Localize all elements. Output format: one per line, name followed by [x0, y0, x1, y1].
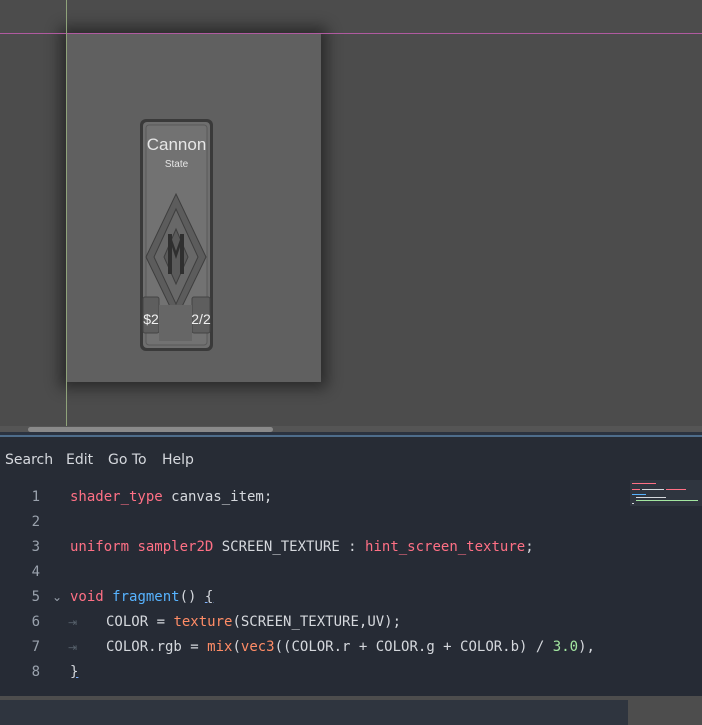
menu-go-to[interactable]: Go To [108, 452, 147, 468]
code-text: void fragment() { [70, 589, 214, 605]
current-line-highlight [0, 700, 628, 725]
editor-menubar: Search Edit Go To Help [0, 437, 702, 480]
line-number: 1 [31, 489, 40, 505]
line-number: 6 [31, 614, 40, 630]
code-line: 8 } [0, 660, 630, 685]
2d-viewport[interactable]: Cannon State $2 2/2 [0, 0, 702, 432]
line-number: 2 [31, 514, 40, 530]
horizontal-guide-line [0, 33, 702, 34]
code-line: 4 [0, 560, 630, 585]
vertical-guide-line [66, 0, 67, 432]
code-minimap[interactable] [630, 480, 702, 506]
menu-help[interactable]: Help [162, 452, 194, 468]
line-number: 3 [31, 539, 40, 555]
tab-indent-icon: ⇥ [68, 616, 78, 629]
code-text: shader_type canvas_item; [70, 489, 273, 505]
card-title: Cannon [147, 135, 207, 154]
line-number: 5 [31, 589, 40, 605]
line-number: 7 [31, 639, 40, 655]
menu-search[interactable]: Search [5, 452, 53, 468]
code-text: COLOR = texture(SCREEN_TEXTURE,UV); [106, 614, 402, 630]
card-cost: $2 [143, 311, 159, 327]
code-text: uniform sampler2D SCREEN_TEXTURE : hint_… [70, 539, 534, 555]
code-line: 5 ⌄ void fragment() { [0, 585, 630, 610]
code-line: 2 [0, 510, 630, 535]
menu-edit[interactable]: Edit [66, 452, 93, 468]
tab-indent-icon: ⇥ [68, 641, 78, 654]
shader-editor: Search Edit Go To Help 1 shader_type can… [0, 437, 702, 725]
card-stats: 2/2 [191, 311, 211, 327]
line-number: 4 [31, 564, 40, 580]
fold-chevron-down-icon[interactable]: ⌄ [52, 585, 62, 610]
card-sprite[interactable]: Cannon State $2 2/2 [140, 119, 213, 351]
code-line: 6 ⇥ COLOR = texture(SCREEN_TEXTURE,UV); [0, 610, 630, 635]
code-text: } [70, 664, 79, 680]
code-line: 3 uniform sampler2D SCREEN_TEXTURE : hin… [0, 535, 630, 560]
code-line: 7 ⇥ COLOR.rgb = mix(vec3((COLOR.r + COLO… [0, 635, 630, 660]
code-area[interactable]: 1 shader_type canvas_item; 2 3 uniform s… [0, 480, 702, 725]
code-line: 1 shader_type canvas_item; [0, 485, 630, 510]
code-text: COLOR.rgb = mix(vec3((COLOR.r + COLOR.g … [106, 639, 595, 655]
line-number: 8 [31, 664, 40, 680]
card-subtitle: State [165, 159, 189, 170]
